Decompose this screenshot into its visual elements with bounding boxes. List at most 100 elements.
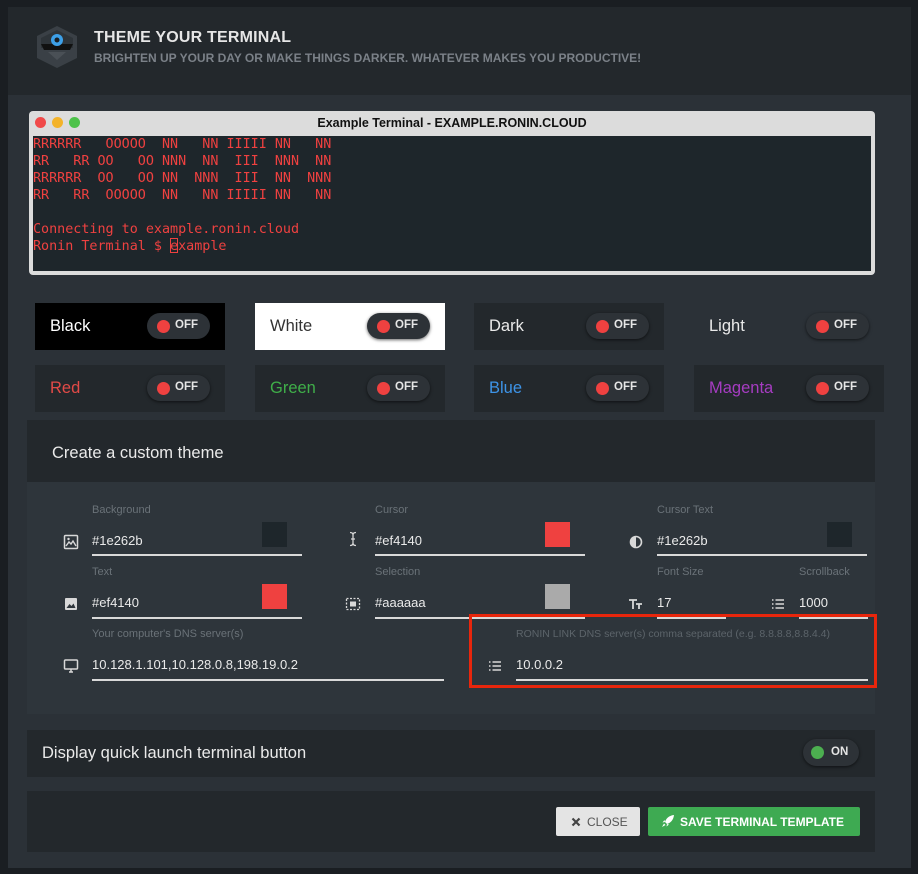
toggle-knob bbox=[157, 382, 170, 395]
toggle-knob bbox=[596, 382, 609, 395]
ronin-logo-icon bbox=[37, 26, 77, 68]
scrollback-input[interactable]: 1000 bbox=[799, 595, 828, 610]
theme-label: Black bbox=[50, 317, 91, 335]
page-subtitle: BRIGHTEN UP YOUR DAY OR MAKE THINGS DARK… bbox=[94, 51, 642, 65]
cursor-text-underline bbox=[657, 554, 867, 556]
theme-card-dark: Dark OFF bbox=[474, 303, 664, 350]
theme-label: Blue bbox=[489, 379, 523, 397]
text-cursor-icon bbox=[349, 531, 357, 547]
toggle-dark[interactable]: OFF bbox=[586, 313, 649, 339]
cursor-color-swatch[interactable] bbox=[545, 522, 570, 547]
toggle-state: OFF bbox=[175, 381, 198, 393]
close-icon bbox=[571, 817, 581, 827]
selection-color-swatch[interactable] bbox=[545, 584, 570, 609]
toggle-knob bbox=[157, 320, 170, 333]
close-label: CLOSE bbox=[587, 815, 628, 829]
modal-footer: CLOSE SAVE TERMINAL TEMPLATE bbox=[27, 791, 875, 852]
theme-label: Green bbox=[270, 379, 316, 397]
highlight-box bbox=[469, 614, 877, 688]
font-size-label: Font Size bbox=[657, 566, 704, 578]
toggle-state: OFF bbox=[395, 319, 418, 331]
toggle-magenta[interactable]: OFF bbox=[806, 375, 869, 401]
banner-line: RRRRRR OOOOO NN NN IIIII NN NN bbox=[33, 137, 332, 152]
theme-card-white: White OFF bbox=[255, 303, 445, 350]
toggle-state: OFF bbox=[834, 319, 857, 331]
selection-icon bbox=[345, 597, 361, 611]
text-input[interactable]: #ef4140 bbox=[92, 595, 139, 610]
theme-label: Dark bbox=[489, 317, 524, 335]
theme-label: White bbox=[270, 317, 313, 335]
custom-theme-title: Create a custom theme bbox=[52, 444, 224, 462]
toggle-state: OFF bbox=[175, 319, 198, 331]
terminal-title: Example Terminal - EXAMPLE.RONIN.CLOUD bbox=[317, 116, 587, 130]
toggle-red[interactable]: OFF bbox=[147, 375, 210, 401]
toggle-black[interactable]: OFF bbox=[147, 313, 210, 339]
theme-label: Magenta bbox=[709, 379, 774, 397]
toggle-knob bbox=[596, 320, 609, 333]
quick-launch-row: Display quick launch terminal button ON bbox=[27, 730, 875, 777]
banner-line: RR RR OO OO NNN NN III NNN NN bbox=[33, 154, 332, 169]
save-label: SAVE TERMINAL TEMPLATE bbox=[680, 815, 845, 829]
toggle-state: OFF bbox=[834, 381, 857, 393]
theme-card-light: Light OFF bbox=[694, 303, 884, 350]
text-label: Text bbox=[92, 566, 113, 578]
custom-theme-header: Create a custom theme bbox=[27, 420, 875, 482]
dns-input[interactable]: 10.128.1.101,10.128.0.8,198.19.0.2 bbox=[92, 657, 298, 672]
background-image-icon bbox=[63, 534, 79, 550]
example-terminal: Example Terminal - EXAMPLE.RONIN.CLOUD R… bbox=[29, 111, 875, 275]
close-button[interactable]: CLOSE bbox=[556, 807, 640, 836]
theme-label: Red bbox=[50, 379, 81, 397]
scrollback-label: Scrollback bbox=[799, 566, 850, 578]
toggle-state: ON bbox=[831, 746, 849, 758]
list-icon bbox=[772, 599, 784, 609]
theme-card-green: Green OFF bbox=[255, 365, 445, 412]
rocket-icon bbox=[662, 815, 674, 827]
toggle-blue[interactable]: OFF bbox=[586, 375, 649, 401]
cursor-text-input[interactable]: #1e262b bbox=[657, 533, 708, 548]
background-underline bbox=[92, 554, 302, 556]
quick-launch-toggle[interactable]: ON bbox=[803, 739, 859, 766]
toggle-knob bbox=[377, 382, 390, 395]
toggle-knob bbox=[811, 746, 824, 759]
toggle-white[interactable]: OFF bbox=[367, 313, 430, 339]
connecting-line: Connecting to example.ronin.cloud bbox=[33, 222, 300, 237]
theme-card-red: Red OFF bbox=[35, 365, 225, 412]
selection-input[interactable]: #aaaaaa bbox=[375, 595, 426, 610]
cursor-underline bbox=[375, 554, 585, 556]
monitor-icon bbox=[63, 659, 79, 673]
text-color-swatch[interactable] bbox=[262, 584, 287, 609]
terminal-screen: RRRRRR OOOOO NN NN IIIII NN NN RR RR OO … bbox=[33, 136, 871, 271]
cursor-label: Cursor bbox=[375, 504, 409, 516]
dns-underline bbox=[92, 679, 444, 681]
contrast-icon bbox=[629, 535, 643, 549]
text-underline bbox=[92, 617, 302, 619]
cursor-input[interactable]: #ef4140 bbox=[375, 533, 422, 548]
cursor-text-label: Cursor Text bbox=[657, 504, 714, 516]
text-image-icon bbox=[65, 598, 77, 610]
font-size-input[interactable]: 17 bbox=[657, 595, 671, 610]
background-label: Background bbox=[92, 504, 151, 516]
toggle-state: OFF bbox=[395, 381, 418, 393]
cursor-text-color-swatch[interactable] bbox=[827, 522, 852, 547]
toggle-green[interactable]: OFF bbox=[367, 375, 430, 401]
theme-card-magenta: Magenta OFF bbox=[694, 365, 884, 412]
toggle-state: OFF bbox=[614, 381, 637, 393]
quick-launch-label: Display quick launch terminal button bbox=[42, 744, 307, 762]
dns-label: Your computer's DNS server(s) bbox=[92, 628, 244, 640]
font-size-icon bbox=[629, 599, 642, 609]
theme-label: Light bbox=[709, 317, 745, 335]
command: example bbox=[170, 239, 227, 254]
page-title: THEME YOUR TERMINAL bbox=[94, 29, 292, 46]
modal-header: THEME YOUR TERMINAL BRIGHTEN UP YOUR DAY… bbox=[8, 7, 911, 95]
selection-label: Selection bbox=[375, 566, 421, 578]
toggle-knob bbox=[377, 320, 390, 333]
theme-card-black: Black OFF bbox=[35, 303, 225, 350]
toggle-knob bbox=[816, 382, 829, 395]
save-terminal-template-button[interactable]: SAVE TERMINAL TEMPLATE bbox=[648, 807, 860, 836]
toggle-light[interactable]: OFF bbox=[806, 313, 869, 339]
toggle-state: OFF bbox=[614, 319, 637, 331]
banner-line: RRRRRR OO OO NN NNN III NN NNN bbox=[33, 171, 332, 186]
background-input[interactable]: #1e262b bbox=[92, 533, 143, 548]
prompt: Ronin Terminal $ bbox=[33, 239, 171, 254]
background-color-swatch[interactable] bbox=[262, 522, 287, 547]
